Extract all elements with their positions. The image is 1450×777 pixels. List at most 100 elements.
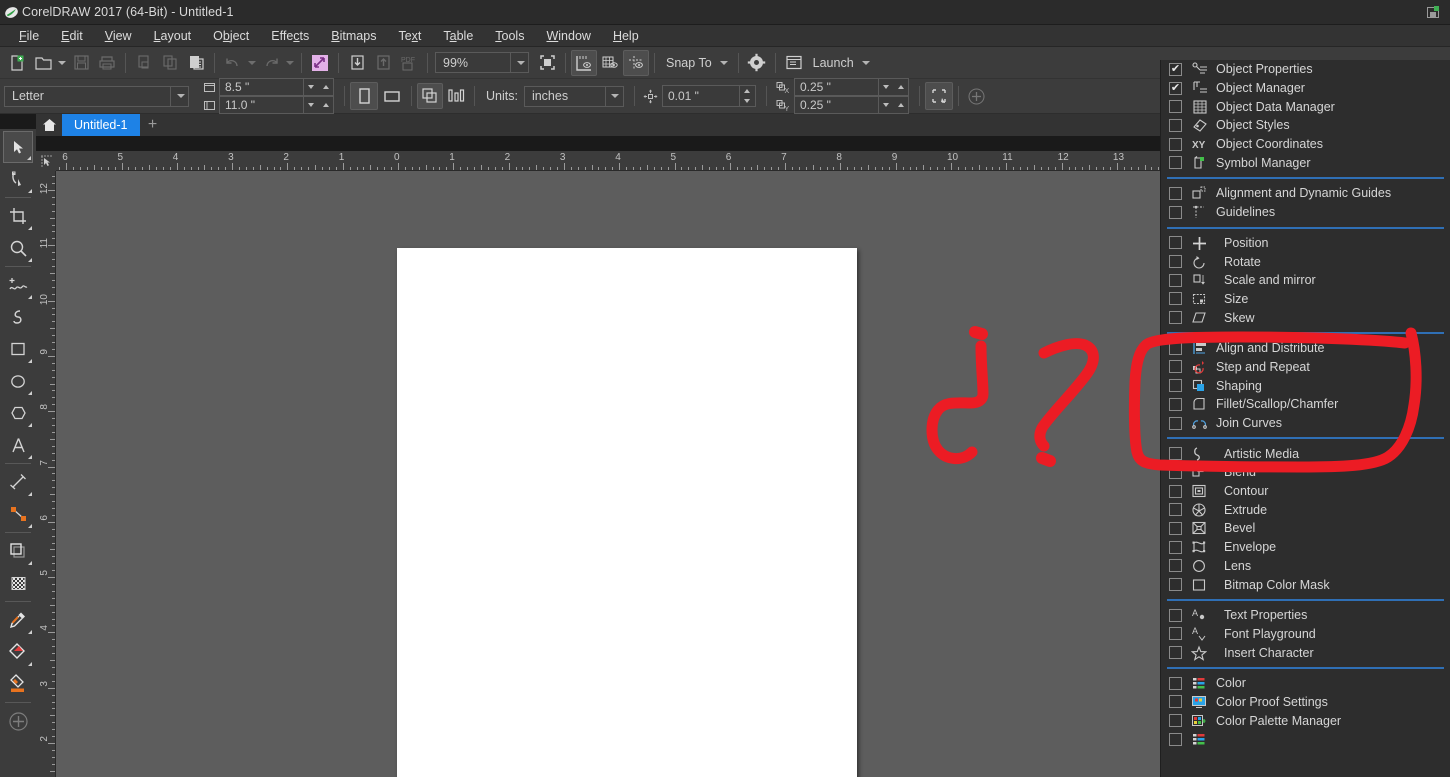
smart-fill-tool[interactable] xyxy=(3,668,33,700)
flyout-arrow-icon[interactable] xyxy=(24,455,32,459)
page-height-spinner[interactable] xyxy=(304,96,334,114)
interactive-fill-tool[interactable] xyxy=(3,636,33,668)
docker-item-checkbox[interactable] xyxy=(1169,311,1182,325)
flyout-arrow-icon[interactable] xyxy=(24,295,32,299)
docker-item-color-palette-manager[interactable]: Color Palette Manager xyxy=(1161,711,1450,730)
shape-tool[interactable] xyxy=(3,163,33,195)
menu-help[interactable]: Help xyxy=(602,26,650,46)
docker-item-checkbox[interactable] xyxy=(1169,100,1182,114)
docker-item-checkbox[interactable] xyxy=(1169,416,1182,430)
ellipse-tool[interactable] xyxy=(3,365,33,397)
undo-dropdown-button[interactable] xyxy=(246,60,258,65)
docker-item-checkbox[interactable] xyxy=(1169,341,1182,355)
ruler-origin-button[interactable] xyxy=(36,151,56,171)
docker-item-object-data-manager[interactable]: Object Data Manager xyxy=(1161,97,1450,116)
quick-customize-button[interactable] xyxy=(3,705,33,737)
crop-tool[interactable] xyxy=(3,200,33,232)
units-combo[interactable]: inches xyxy=(523,85,624,107)
docker-item-skew[interactable]: Skew xyxy=(1161,308,1450,327)
zoom-level-combo[interactable]: 99% xyxy=(435,52,529,73)
nudge-offset-spinner[interactable] xyxy=(739,85,756,107)
docker-item-checkbox[interactable] xyxy=(1169,81,1182,95)
all-pages-button[interactable] xyxy=(417,83,443,109)
flyout-arrow-icon[interactable] xyxy=(24,359,32,363)
straight-line-connector-tool[interactable] xyxy=(3,498,33,530)
docker-item-bitmap-color-mask[interactable]: Bitmap Color Mask xyxy=(1161,575,1450,594)
docker-item-checkbox[interactable] xyxy=(1169,255,1182,269)
text-tool[interactable] xyxy=(3,429,33,461)
duplicate-x-spinner[interactable] xyxy=(878,78,909,96)
docker-item-shaping[interactable]: Shaping xyxy=(1161,376,1450,395)
docker-item-checkbox[interactable] xyxy=(1169,118,1182,132)
add-page-button[interactable]: + xyxy=(140,114,166,136)
flyout-arrow-icon[interactable] xyxy=(24,189,32,193)
docker-item-checkbox[interactable] xyxy=(1169,379,1182,393)
docker-item-scale-and-mirror[interactable]: Scale and mirror xyxy=(1161,271,1450,290)
flyout-arrow-icon[interactable] xyxy=(24,391,32,395)
docker-item-checkbox[interactable] xyxy=(1169,695,1182,709)
docker-item-checkbox[interactable] xyxy=(1169,137,1182,151)
page-size-combo[interactable]: Letter xyxy=(4,85,189,107)
docker-item-symbol-manager[interactable]: Symbol Manager xyxy=(1161,153,1450,172)
flyout-arrow-icon[interactable] xyxy=(24,561,32,565)
snap-to-button[interactable]: Snap To xyxy=(660,56,728,70)
docker-item-size[interactable]: Size xyxy=(1161,290,1450,309)
color-eyedropper-tool[interactable] xyxy=(3,604,33,636)
transparency-tool[interactable] xyxy=(3,567,33,599)
document-page[interactable] xyxy=(397,248,857,777)
vertical-ruler[interactable]: 121110987654321 xyxy=(36,171,56,777)
docker-item-contour[interactable]: Contour xyxy=(1161,482,1450,501)
pick-tool[interactable] xyxy=(3,131,33,163)
paste-button[interactable] xyxy=(183,50,209,76)
polygon-tool[interactable] xyxy=(3,397,33,429)
undo-button[interactable] xyxy=(220,50,246,76)
menu-table[interactable]: Table xyxy=(432,26,484,46)
docker-item-checkbox[interactable] xyxy=(1169,627,1182,641)
docker-item-object-manager[interactable]: Object Manager xyxy=(1161,79,1450,98)
search-content-button[interactable] xyxy=(307,50,333,76)
docker-item-checkbox[interactable] xyxy=(1169,62,1182,76)
copy-button[interactable] xyxy=(157,50,183,76)
docker-item-rotate[interactable]: Rotate xyxy=(1161,252,1450,271)
options-gear-button[interactable] xyxy=(744,50,770,76)
docker-item-position[interactable]: Position xyxy=(1161,234,1450,253)
save-button[interactable] xyxy=(68,50,94,76)
docker-item-partial[interactable] xyxy=(1161,730,1450,749)
docker-item-checkbox[interactable] xyxy=(1169,608,1182,622)
horizontal-ruler[interactable]: 65432101234567891011121314 xyxy=(36,151,1160,171)
menu-view[interactable]: View xyxy=(94,26,143,46)
docker-item-checkbox[interactable] xyxy=(1169,273,1182,287)
menu-file[interactable]: File xyxy=(8,26,50,46)
home-screen-tab[interactable] xyxy=(36,114,62,136)
docker-item-checkbox[interactable] xyxy=(1169,186,1182,200)
flyout-arrow-icon[interactable] xyxy=(23,156,31,160)
open-dropdown-button[interactable] xyxy=(56,60,68,65)
docker-item-checkbox[interactable] xyxy=(1169,397,1182,411)
current-page-button[interactable] xyxy=(443,83,469,109)
page-width-input[interactable]: 8.5 " xyxy=(219,78,304,96)
redo-button[interactable] xyxy=(258,50,284,76)
smart-drawing-tool[interactable] xyxy=(3,301,33,333)
docker-item-object-properties[interactable]: Object Properties xyxy=(1161,60,1450,79)
docker-item-checkbox[interactable] xyxy=(1169,156,1182,170)
rectangle-tool[interactable] xyxy=(3,333,33,365)
page-height-input[interactable]: 11.0 " xyxy=(219,96,304,114)
page-bleed-button[interactable] xyxy=(924,82,953,110)
print-button[interactable] xyxy=(94,50,120,76)
launch-chevron-down-icon[interactable] xyxy=(861,60,870,65)
zoom-tool[interactable] xyxy=(3,232,33,264)
show-grid-button[interactable] xyxy=(597,50,623,76)
docker-item-checkbox[interactable] xyxy=(1169,646,1182,660)
new-document-button[interactable] xyxy=(4,50,30,76)
menu-tools[interactable]: Tools xyxy=(484,26,535,46)
page-width-spinner[interactable] xyxy=(304,78,334,96)
portrait-orientation-button[interactable] xyxy=(350,82,378,110)
full-screen-preview-button[interactable] xyxy=(534,50,560,76)
publish-pdf-button[interactable]: PDF xyxy=(396,50,422,76)
docker-item-join-curves[interactable]: Join Curves xyxy=(1161,414,1450,433)
duplicate-y-input[interactable]: 0.25 " xyxy=(793,96,879,114)
docker-item-checkbox[interactable] xyxy=(1169,447,1182,461)
drop-shadow-tool[interactable] xyxy=(3,535,33,567)
docker-item-bevel[interactable]: Bevel xyxy=(1161,519,1450,538)
docker-item-checkbox[interactable] xyxy=(1169,484,1182,498)
